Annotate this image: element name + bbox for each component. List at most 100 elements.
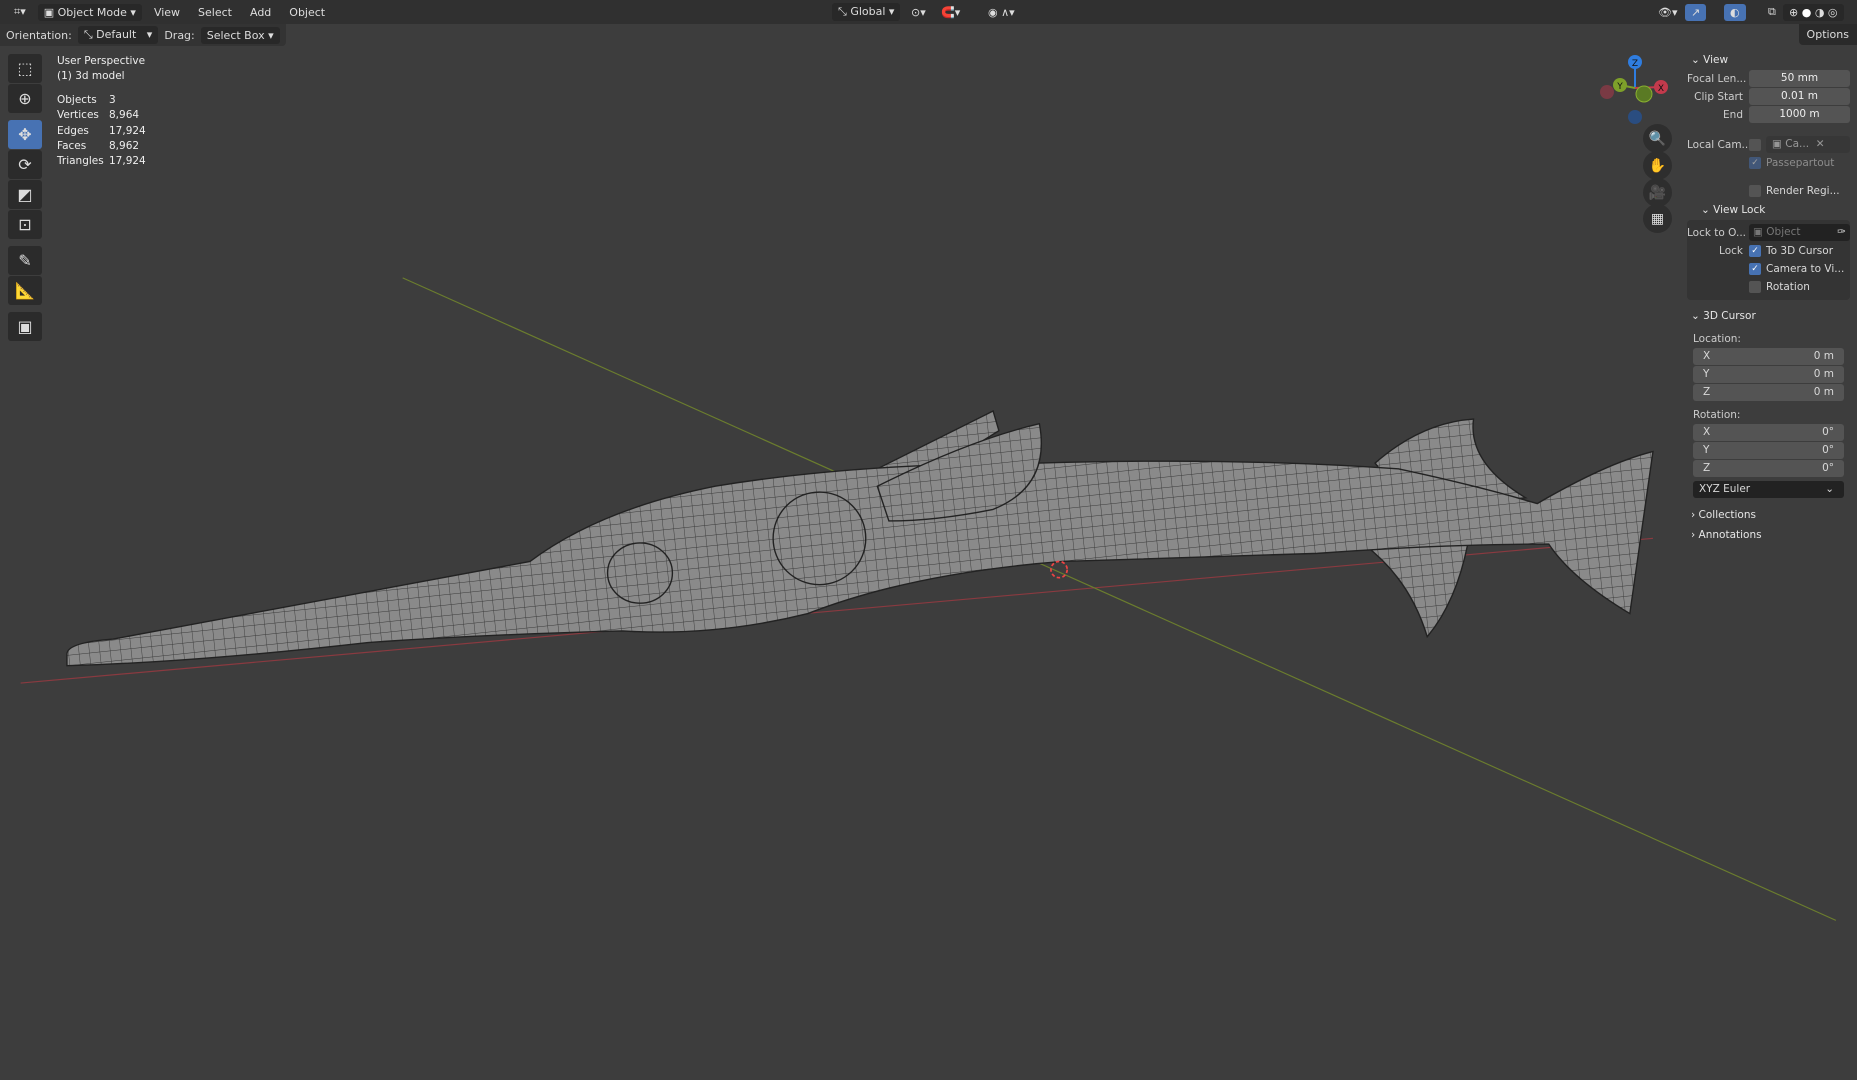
lock-label: Lock [1719, 245, 1743, 257]
camera-to-view-checkbox[interactable]: ✓ [1749, 263, 1761, 275]
axis-value: 0 m [1813, 350, 1834, 362]
add-cube-tool-icon[interactable]: ▣ [8, 312, 42, 341]
cursor-location-z[interactable]: Z 0 m [1693, 384, 1844, 401]
pivot-icon[interactable]: ⊙▾ [905, 4, 932, 21]
panel-3d-cursor-header[interactable]: ⌄ 3D Cursor [1687, 306, 1850, 326]
scale-tool-icon[interactable]: ◩ [8, 180, 42, 209]
render-region-checkbox[interactable] [1749, 185, 1761, 197]
menu-add[interactable]: Add [244, 4, 277, 21]
cursor-rotation-x[interactable]: X 0° [1693, 424, 1844, 441]
orientation-icon: ⤡ [838, 5, 847, 18]
drag-value: Select Box [206, 28, 265, 42]
axis-label: Z [1703, 462, 1711, 474]
local-camera-checkbox[interactable] [1749, 139, 1761, 151]
select-box-tool-icon[interactable]: ⬚ [8, 54, 42, 83]
axis-label: Y [1703, 368, 1710, 380]
menu-object[interactable]: Object [283, 4, 331, 21]
local-camera-label: Local Cam... [1687, 139, 1749, 151]
axis-value: 0° [1822, 462, 1834, 474]
cursor-location-x[interactable]: X 0 m [1693, 348, 1844, 365]
chevron-down-icon: ⌄ [1825, 483, 1834, 495]
location-label: Location: [1693, 333, 1741, 345]
proportional-edit-icon[interactable]: ◉ ∧▾ [982, 4, 1021, 21]
camera-view-icon[interactable]: 🎥 [1643, 178, 1672, 207]
clip-end-field[interactable]: 1000 m [1749, 106, 1850, 123]
gizmo-neg-z[interactable] [1628, 110, 1642, 124]
panel-title: Collections [1698, 509, 1756, 521]
passepartout-checkbox[interactable]: ✓ [1749, 157, 1761, 169]
tool-header: Orientation: ⤡ Default ▾ Drag: Select Bo… [0, 24, 286, 46]
gizmo-z-label: Z [1632, 59, 1638, 69]
stat-label: Triangles [57, 155, 104, 168]
shading-modes[interactable]: ⊕ ● ◑ ◎ [1783, 3, 1844, 21]
editor-type-icon[interactable]: ⌗▾ [8, 3, 32, 21]
toolbar: ⬚ ⊕ ✥ ⟳ ◩ ⊡ ✎ 📐 ▣ [8, 54, 42, 342]
lock-to-object-label: Lock to O... [1687, 227, 1747, 239]
object-name: (1) 3d model [57, 70, 125, 83]
view-name: User Perspective [57, 55, 146, 67]
overlay-toggle-icon[interactable]: ◐ [1724, 3, 1746, 21]
annotate-tool-icon[interactable]: ✎ [8, 246, 42, 275]
focal-length-field[interactable]: 50 mm [1749, 70, 1850, 87]
eyedropper-icon[interactable]: ✑ [1837, 224, 1850, 241]
cursor-location-y[interactable]: Y 0 m [1693, 366, 1844, 383]
transform-orientation-select[interactable]: ⤡ Global ▾ [832, 3, 901, 21]
cursor-rotation-y[interactable]: Y 0° [1693, 442, 1844, 459]
panel-collections-header[interactable]: › Collections [1687, 505, 1850, 525]
stat-value: 8,964 [109, 109, 140, 122]
options-button[interactable]: Options [1798, 24, 1857, 45]
stat-value: 17,924 [109, 155, 146, 168]
view-lock-header[interactable]: ⌄ View Lock [1687, 200, 1850, 220]
subpanel-title: View Lock [1713, 204, 1766, 216]
header-bar: ⌗▾ ▣ Object Mode ▾ View Select Add Objec… [0, 0, 1857, 24]
panel-title: View [1703, 54, 1729, 66]
local-camera-field[interactable]: ▣ Ca... ✕ [1766, 136, 1850, 153]
gizmo-neg-x[interactable] [1600, 85, 1614, 99]
lock-to-cursor-label: To 3D Cursor [1766, 245, 1834, 257]
cursor-rotation-z[interactable]: Z 0° [1693, 460, 1844, 477]
menu-select[interactable]: Select [192, 4, 238, 21]
move-tool-icon[interactable]: ✥ [8, 120, 42, 149]
axis-value: 0 m [1813, 368, 1834, 380]
stat-value: 17,924 [109, 124, 146, 137]
lock-rotation-checkbox[interactable] [1749, 281, 1761, 293]
navigation-gizmo[interactable]: Z X Y [1595, 52, 1675, 132]
measure-tool-icon[interactable]: 📐 [8, 276, 42, 305]
axis-label: Z [1703, 386, 1711, 398]
clip-start-field[interactable]: 0.01 m [1749, 88, 1850, 105]
xray-icon[interactable]: ⧉ [1762, 3, 1782, 21]
axis-label: Y [1703, 444, 1710, 456]
drag-select[interactable]: Select Box ▾ [200, 26, 280, 44]
stat-label: Faces [57, 140, 87, 153]
panel-title: Annotations [1698, 529, 1762, 541]
render-region-label: Render Regi... [1766, 185, 1840, 197]
axis-value: 0° [1822, 444, 1834, 456]
perspective-grid-icon[interactable]: ▦ [1643, 204, 1672, 233]
visibility-icon[interactable]: 👁▾ [1652, 4, 1684, 21]
lock-to-cursor-checkbox[interactable]: ✓ [1749, 245, 1761, 257]
gizmo-neg-y[interactable] [1635, 85, 1653, 103]
fish-mesh[interactable] [66, 409, 1654, 667]
3d-viewport[interactable] [0, 24, 1857, 1080]
passepartout-label: Passepartout [1766, 157, 1835, 169]
snap-icon[interactable]: 🧲▾ [935, 4, 966, 21]
rotation-label: Rotation: [1693, 409, 1741, 421]
pan-hand-icon[interactable]: ✋ [1643, 151, 1672, 180]
cursor-tool-icon[interactable]: ⊕ [8, 84, 42, 113]
drag-label: Drag: [164, 28, 195, 42]
transform-tool-icon[interactable]: ⊡ [8, 210, 42, 239]
mode-select[interactable]: ▣ Object Mode ▾ [37, 3, 142, 21]
gizmo-toggle-icon[interactable]: ↗ [1685, 3, 1707, 21]
panel-view-header[interactable]: ⌄ View [1687, 50, 1850, 70]
zoom-icon[interactable]: 🔍 [1643, 124, 1672, 153]
rotate-tool-icon[interactable]: ⟳ [8, 150, 42, 179]
clip-start-label: Clip Start [1694, 91, 1743, 103]
orientation-select[interactable]: ⤡ Default ▾ [77, 26, 159, 44]
rotation-mode-select[interactable]: XYZ Euler ⌄ [1693, 481, 1844, 498]
axis-value: 0° [1822, 426, 1834, 438]
menu-view[interactable]: View [148, 4, 186, 21]
gizmo-x-label: X [1658, 84, 1664, 94]
lock-to-object-field[interactable]: ▣ Object ✑ [1749, 224, 1850, 241]
scene-statistics: Objects 3 Vertices 8,964 Edges 17,924 Faces… [57, 93, 146, 170]
panel-annotations-header[interactable]: › Annotations [1687, 525, 1850, 545]
